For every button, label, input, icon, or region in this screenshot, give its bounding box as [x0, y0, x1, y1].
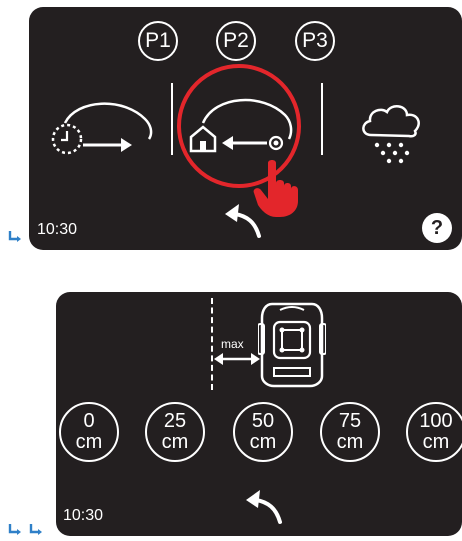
step-indicator-icon [29, 524, 42, 535]
boundary-line [211, 298, 213, 390]
height-value: 100 [419, 410, 453, 432]
clock-time: 10:30 [63, 507, 104, 524]
divider [321, 83, 323, 155]
height-50cm-button[interactable]: 50 cm [233, 402, 293, 462]
height-unit: cm [75, 431, 103, 453]
height-unit: cm [161, 431, 189, 453]
program-p2-button[interactable]: P2 [216, 21, 256, 61]
step-indicator-icon [8, 231, 21, 242]
height-0cm-button[interactable]: 0 cm [59, 402, 119, 462]
height-25cm-button[interactable]: 25 cm [145, 402, 205, 462]
program-p3-button[interactable]: P3 [295, 21, 335, 61]
height-value: 25 [163, 410, 187, 432]
timer-drive-out-icon[interactable] [51, 93, 161, 163]
max-label: max [221, 337, 244, 351]
height-75cm-button[interactable]: 75 cm [320, 402, 380, 462]
back-arrow-icon[interactable] [244, 486, 288, 526]
step-indicator-icon [8, 524, 21, 535]
height-value: 0 [83, 410, 95, 432]
height-unit: cm [249, 431, 277, 453]
rain-icon[interactable] [357, 101, 425, 167]
program-p1-button[interactable]: P1 [138, 21, 178, 61]
back-arrow-icon[interactable] [223, 200, 267, 240]
settings-screen-mode: P1 P2 P3 10:30 ? [29, 7, 462, 250]
settings-screen-edge-distance: max 0 cm 25 cm 50 cm 75 cm 100 cm 10:30 [56, 292, 462, 536]
height-unit: cm [422, 431, 450, 453]
height-value: 75 [338, 410, 362, 432]
height-unit: cm [336, 431, 364, 453]
distance-double-arrow-icon [214, 353, 260, 365]
divider [171, 83, 173, 155]
clock-time: 10:30 [37, 221, 78, 238]
height-100cm-button[interactable]: 100 cm [406, 402, 462, 462]
help-button[interactable]: ? [422, 213, 452, 243]
height-value: 50 [251, 410, 275, 432]
mower-top-view-icon [258, 302, 326, 388]
